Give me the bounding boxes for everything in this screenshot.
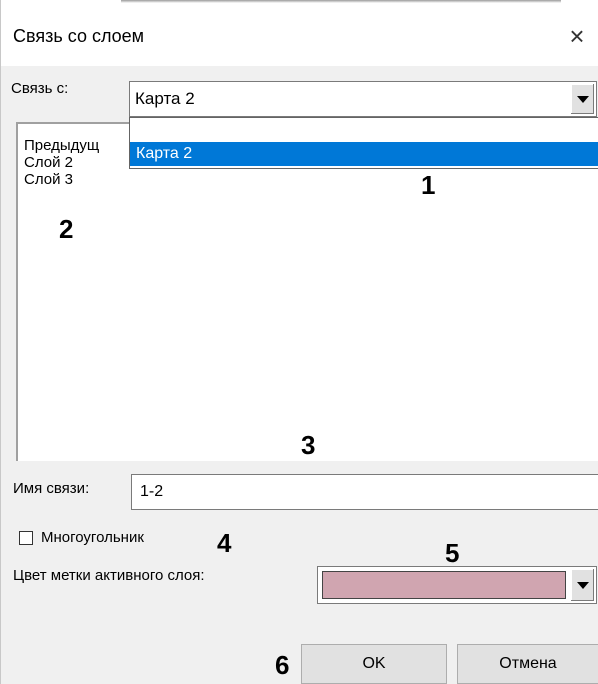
color-swatch	[322, 571, 566, 599]
link-with-value: Карта 2	[135, 89, 195, 108]
list-item[interactable]: Слой 2	[24, 154, 73, 171]
annotation-marker-1: 1	[421, 170, 436, 200]
dialog-title: Связь со слоем	[13, 26, 145, 46]
annotation-marker-5: 5	[445, 538, 460, 568]
title-bar: Связь со слоем ×	[1, 0, 598, 66]
close-icon[interactable]: ×	[563, 22, 591, 50]
list-item[interactable]: Слой 3	[24, 171, 73, 188]
window-shadow	[121, 0, 561, 3]
list-item[interactable]: Предыдущ	[24, 137, 99, 154]
annotation-marker-6: 6	[275, 650, 290, 680]
chevron-down-icon[interactable]	[570, 569, 594, 601]
active-layer-color-label: Цвет метки активного слоя:	[13, 567, 205, 584]
link-layer-dialog: Связь со слоем × Связь с: Карта 2 Предыд…	[0, 0, 598, 684]
cancel-button[interactable]: Отмена	[457, 644, 598, 684]
ok-button[interactable]: OK	[301, 644, 447, 684]
dropdown-option-selected[interactable]: Карта 2	[130, 142, 598, 166]
annotation-marker-2: 2	[59, 214, 74, 244]
link-with-label: Связь с:	[11, 80, 69, 97]
link-with-dropdown-list[interactable]: Карта 2	[129, 117, 598, 169]
polygon-checkbox[interactable]	[19, 531, 33, 545]
link-with-select[interactable]: Карта 2	[129, 81, 597, 117]
link-name-label: Имя связи:	[13, 480, 90, 497]
chevron-down-icon[interactable]	[570, 84, 594, 114]
link-name-input[interactable]: 1-2	[131, 474, 598, 510]
polygon-label: Многоугольник	[41, 529, 144, 546]
annotation-marker-4: 4	[217, 528, 232, 558]
annotation-marker-3: 3	[301, 430, 316, 460]
layers-listbox[interactable]: Предыдущ Слой 2 Слой 3	[16, 122, 598, 461]
link-name-value: 1-2	[140, 483, 164, 500]
active-layer-color-select[interactable]	[317, 566, 597, 604]
